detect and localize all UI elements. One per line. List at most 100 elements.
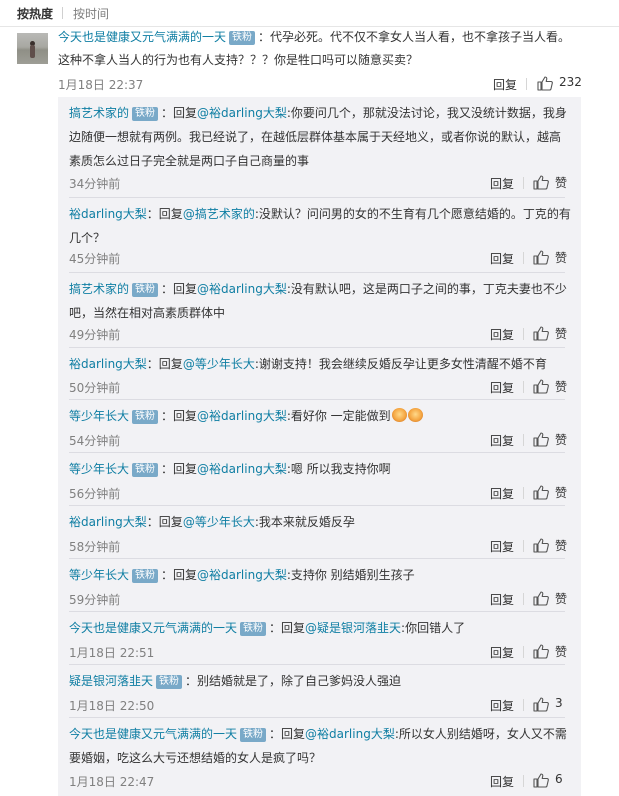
like-count: 赞	[555, 539, 568, 553]
fan-badge[interactable]: 铁粉	[156, 675, 183, 689]
thumbs-up-icon	[533, 697, 549, 712]
thumbs-up-icon	[533, 379, 549, 394]
reply-prefix: ：回复	[161, 568, 198, 582]
action-divider	[523, 540, 524, 552]
reply-divider	[69, 664, 565, 665]
reply-author[interactable]: 等少年长大	[69, 568, 129, 582]
like-count: 赞	[555, 176, 568, 190]
mention-link[interactable]: @裕darling大梨	[197, 409, 287, 423]
fan-badge[interactable]: 铁粉	[132, 107, 159, 121]
reply-text-cont: 吧，当然在相对高素质群体中	[69, 306, 226, 320]
reply-text: :你回错人了	[401, 621, 466, 635]
reply-author[interactable]: 裕darling大梨	[69, 515, 147, 529]
action-divider	[523, 177, 524, 189]
fan-badge[interactable]: 铁粉	[240, 622, 267, 636]
mention-link[interactable]: @裕darling大梨	[197, 568, 287, 582]
fist-emoji-icon	[391, 408, 407, 422]
fan-badge[interactable]: 铁粉	[132, 463, 159, 477]
comment-author[interactable]: 今天也是健康又元气满满的一天	[58, 30, 226, 44]
reply-button[interactable]: 回复	[490, 326, 514, 343]
action-divider	[523, 775, 524, 787]
action-divider	[523, 593, 524, 605]
reply-author[interactable]: 疑是银河落韭天	[69, 674, 153, 688]
reply-time: 45分钟前	[69, 252, 121, 266]
reply-text: :我本来就反婚反孕	[254, 515, 355, 529]
reply-time: 58分钟前	[69, 540, 121, 554]
mention-link[interactable]: @裕darling大梨	[305, 727, 395, 741]
reply-author[interactable]: 今天也是健康又元气满满的一天	[69, 727, 237, 741]
reply-button[interactable]: 回复	[490, 432, 514, 449]
fan-badge[interactable]: 铁粉	[240, 728, 267, 742]
reply-text-cont: 几个？	[69, 231, 106, 245]
sort-divider	[62, 7, 63, 19]
fan-badge[interactable]: 铁粉	[132, 283, 159, 297]
sort-by-time-tab[interactable]: 按时间	[73, 5, 109, 22]
comment-text: ：代孕必死。代不仅不拿女人当人看，也不拿孩子当人看。	[258, 30, 571, 44]
reply-text: :嗯 所以我支持你啊	[286, 462, 391, 476]
reply-author[interactable]: 裕darling大梨	[69, 357, 147, 371]
reply-author[interactable]: 搞艺术家的	[69, 106, 129, 120]
reply-text: :你要问几个，那就没法讨论，我又没统计数据，我身	[286, 106, 567, 120]
reply-button[interactable]: 回复	[490, 379, 514, 396]
reply-button[interactable]: 回复	[490, 175, 514, 192]
reply-time: 49分钟前	[69, 328, 121, 342]
action-divider	[523, 252, 524, 264]
mention-link[interactable]: @等少年长大	[183, 515, 255, 529]
reply-author[interactable]: 搞艺术家的	[69, 282, 129, 296]
action-divider	[523, 434, 524, 446]
reply-text-cont: 素质怎么过日子完全就是两口子自己商量的事	[69, 154, 310, 168]
reply-divider	[69, 197, 565, 198]
like-count: 3	[555, 696, 563, 710]
thumbs-up-icon	[537, 76, 553, 91]
reply-button[interactable]: 回复	[490, 697, 514, 714]
fan-badge[interactable]: 铁粉	[229, 31, 256, 45]
reply-divider	[69, 452, 565, 453]
reply-button[interactable]: 回复	[490, 538, 514, 555]
reply-button[interactable]: 回复	[490, 485, 514, 502]
like-count: 赞	[555, 380, 568, 394]
thumbs-up-icon	[533, 485, 549, 500]
sort-bar: 按热度 按时间	[0, 0, 619, 27]
mention-link[interactable]: @裕darling大梨	[197, 282, 287, 296]
reply-author[interactable]: 等少年长大	[69, 409, 129, 423]
fist-emoji-icon	[407, 408, 423, 422]
fan-badge[interactable]: 铁粉	[132, 569, 159, 583]
reply-prefix: ：回复	[161, 106, 198, 120]
thumbs-up-icon	[533, 591, 549, 606]
reply-button[interactable]: 回复	[493, 76, 517, 93]
mention-link[interactable]: @裕darling大梨	[197, 106, 287, 120]
reply-prefix: ：回复	[146, 357, 183, 371]
reply-divider	[69, 558, 565, 559]
reply-author[interactable]: 裕darling大梨	[69, 207, 147, 221]
reply-text-cont: 边随便一想就有两例。我已经说了，在越低层群体基本属于天经地义，或者你说的默认，越…	[69, 130, 562, 144]
reply-button[interactable]: 回复	[490, 591, 514, 608]
like-count: 赞	[555, 251, 568, 265]
fan-badge[interactable]: 铁粉	[132, 410, 159, 424]
reply-divider	[69, 399, 565, 400]
reply-button[interactable]: 回复	[490, 773, 514, 790]
avatar[interactable]	[17, 33, 48, 64]
reply-text: :支持你 别结婚别生孩子	[286, 568, 415, 582]
reply-text: :没有默认吧，这是两口子之间的事，丁克夫妻也不少	[286, 282, 567, 296]
reply-button[interactable]: 回复	[490, 644, 514, 661]
reply-author[interactable]: 今天也是健康又元气满满的一天	[69, 621, 237, 635]
mention-link[interactable]: @疑是银河落韭天	[305, 621, 401, 635]
sort-by-hot-tab[interactable]: 按热度	[17, 5, 53, 22]
reply-divider	[69, 611, 565, 612]
thumbs-up-icon	[533, 432, 549, 447]
mention-link[interactable]: @等少年长大	[183, 357, 255, 371]
reply-text-cont: 要婚姻，吃这么大亏还想结婚的女人是疯了吗？	[69, 751, 322, 765]
reply-time: 1月18日 22:51	[69, 646, 155, 660]
thumbs-up-icon	[533, 326, 549, 341]
action-divider	[523, 328, 524, 340]
action-divider	[523, 699, 524, 711]
action-divider	[523, 487, 524, 499]
mention-link[interactable]: @裕darling大梨	[197, 462, 287, 476]
reply-button[interactable]: 回复	[490, 250, 514, 267]
thumbs-up-icon	[533, 250, 549, 265]
reply-author[interactable]: 等少年长大	[69, 462, 129, 476]
reply-time: 50分钟前	[69, 381, 121, 395]
like-count: 赞	[555, 592, 568, 606]
comment-time: 1月18日 22:37	[58, 78, 144, 92]
mention-link[interactable]: @搞艺术家的	[183, 207, 255, 221]
